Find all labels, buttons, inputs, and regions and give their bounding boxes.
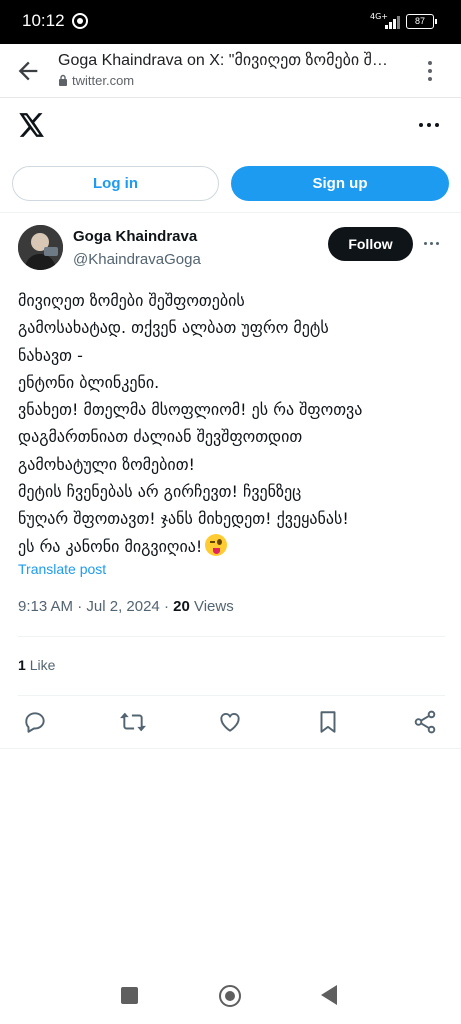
whatsapp-icon <box>72 13 88 29</box>
tweet-date[interactable]: Jul 2, 2024 <box>86 598 159 615</box>
views-count: 20 <box>173 598 190 615</box>
tweet-text-line: გამოსახატად. თქვენ ალბათ უფრო მეტს <box>18 318 329 338</box>
author-name[interactable]: Goga Khaindrava <box>73 228 197 245</box>
tweet-text-line: დაგმართნიათ ძალიან შევშფოთდით <box>18 427 303 447</box>
lock-icon <box>59 74 67 86</box>
avatar-photo <box>18 225 63 270</box>
tweet-text-line: ნახავთ - <box>18 345 83 365</box>
likes-stat[interactable]: 1 Like <box>18 657 55 673</box>
signup-button[interactable]: Sign up <box>231 166 449 201</box>
tweet-text-line: გამოხატული ზომებით! <box>18 454 195 474</box>
likes-count: 1 <box>18 657 26 673</box>
page-title: Goga Khaindrava on X: "მივიღეთ ზომები შე… <box>58 52 388 69</box>
author-handle[interactable]: @KhaindravaGoga <box>73 251 201 268</box>
translate-post-link[interactable]: Translate post <box>18 561 106 577</box>
browser-menu-icon[interactable] <box>418 58 442 84</box>
winking-tongue-emoji-icon <box>205 533 228 556</box>
meta-divider <box>18 636 445 637</box>
meta-separator: · <box>77 598 83 615</box>
stats-divider <box>18 695 445 696</box>
signal-icon <box>383 13 403 29</box>
follow-button[interactable]: Follow <box>328 227 413 261</box>
views-label: Views <box>193 598 234 615</box>
tweet-text-line: ეს რა კანონი მიგვიღია! <box>18 536 203 556</box>
repost-icon[interactable] <box>120 709 146 735</box>
actions-divider <box>0 748 461 749</box>
x-logo-icon[interactable] <box>19 113 45 137</box>
more-options-icon[interactable] <box>416 116 442 134</box>
url-text: twitter.com <box>72 73 135 88</box>
status-time: 10:12 <box>22 11 65 30</box>
like-heart-icon[interactable] <box>217 709 243 735</box>
battery-level: 87 <box>414 16 425 26</box>
recent-apps-button[interactable] <box>121 987 138 1004</box>
tweet-text-line: მეტის ჩვენებას არ გირჩევთ! ჩვენზეც <box>18 482 302 502</box>
login-button[interactable]: Log in <box>12 166 219 201</box>
url-display[interactable]: twitter.com <box>58 73 134 88</box>
home-button[interactable] <box>219 985 241 1007</box>
avatar[interactable] <box>18 225 63 270</box>
tweet-meta: 9:13 AM · Jul 2, 2024 · 20 Views <box>18 598 234 615</box>
back-arrow-icon[interactable] <box>14 57 42 85</box>
status-bar: 10:12 4G+ 87 <box>0 0 461 44</box>
tweet-text-line-last: ეს რა კანონი მიგვიღია! <box>18 533 448 560</box>
share-icon[interactable] <box>412 709 438 735</box>
tweet-text-line: მივიღეთ ზომები შეშფოთების <box>18 291 245 310</box>
nav-back-button[interactable] <box>321 985 337 1005</box>
header-divider <box>0 212 461 213</box>
tweet-text: მივიღეთ ზომები შეშფოთების გამოსახატად. თ… <box>18 287 448 560</box>
tweet-text-line: ვნახეთ! მთელმა მსოფლიომ! ეს რა შფოთვა <box>18 400 363 420</box>
tweet-text-line: ენტონი ბლინკენი. <box>18 372 160 392</box>
bookmark-icon[interactable] <box>315 709 341 735</box>
meta-separator: · <box>163 598 169 615</box>
tweet-time[interactable]: 9:13 AM <box>18 598 73 615</box>
tweet-text-line: ნუღარ შფოთავთ! ჯანს მიხედეთ! ქვეყანას! <box>18 509 349 529</box>
browser-toolbar: Goga Khaindrava on X: "მივიღეთ ზომები შე… <box>0 44 461 98</box>
reply-icon[interactable] <box>22 709 48 735</box>
tweet-more-icon[interactable] <box>421 236 443 252</box>
likes-label: Like <box>29 657 56 673</box>
battery-icon: 87 <box>406 14 437 29</box>
